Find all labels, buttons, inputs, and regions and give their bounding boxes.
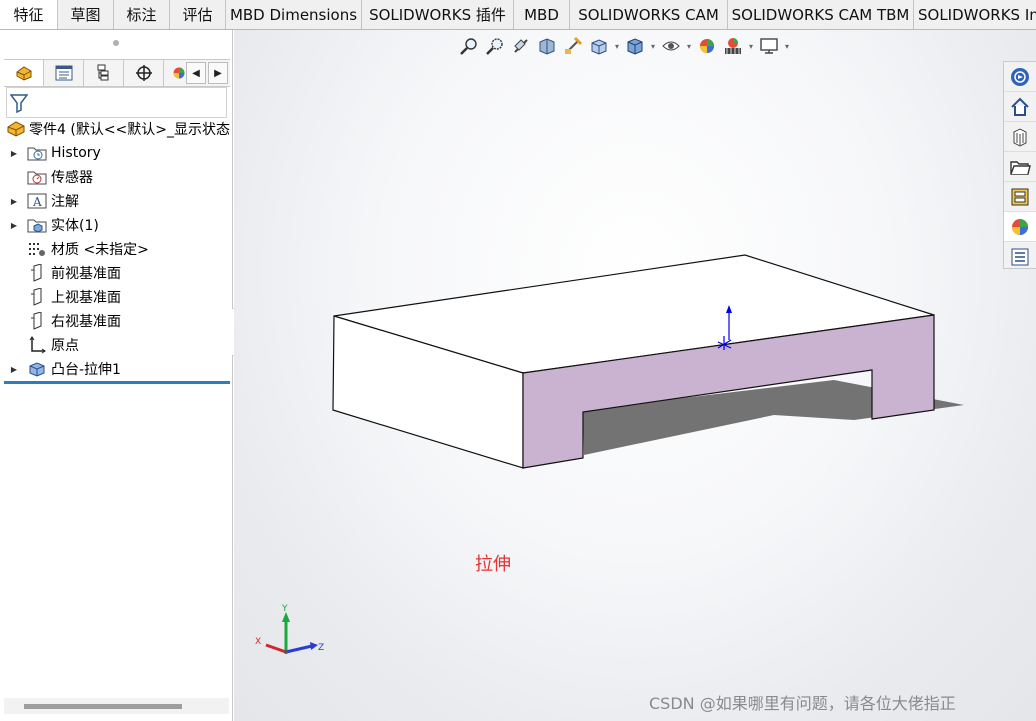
panel-tabs: ◀ ▶ bbox=[4, 59, 230, 87]
tab-solidworks-inspection[interactable]: SOLIDWORKS In... bbox=[914, 0, 1036, 29]
tree-item-front-plane[interactable]: 前视基准面 bbox=[0, 262, 230, 284]
tree-item-boss-extrude[interactable]: ▶ 凸台-拉伸1 bbox=[0, 358, 230, 380]
tree-item-label: 传感器 bbox=[51, 170, 93, 186]
triad-x-label: X bbox=[255, 637, 261, 647]
tree-item-sensors[interactable]: 传感器 bbox=[0, 166, 230, 188]
expand-arrow-icon[interactable]: ▶ bbox=[9, 197, 19, 206]
sensor-folder-icon bbox=[27, 168, 47, 186]
solid-bodies-folder-icon bbox=[27, 216, 47, 234]
expand-arrow-icon[interactable]: ▶ bbox=[9, 149, 19, 158]
triad-y-label: Y bbox=[281, 604, 288, 614]
reference-triad[interactable]: Y X Z bbox=[252, 600, 332, 670]
expand-arrow-icon[interactable]: ▶ bbox=[9, 365, 19, 374]
origin-icon bbox=[27, 336, 47, 354]
tab-evaluate[interactable]: 评估 bbox=[170, 0, 226, 29]
feature-callout-label: 拉伸 bbox=[475, 554, 511, 575]
tree-item-history[interactable]: ▶ History bbox=[0, 142, 230, 164]
expand-arrow-icon[interactable]: ▶ bbox=[9, 221, 19, 230]
tree-item-label: 右视基准面 bbox=[51, 314, 121, 330]
tree-item-label: 注解 bbox=[51, 194, 79, 210]
tab-features[interactable]: 特征 bbox=[0, 0, 58, 29]
tree-item-label: 凸台-拉伸1 bbox=[51, 362, 121, 378]
triad-z-label: Z bbox=[318, 643, 324, 653]
tree-item-solid-bodies[interactable]: ▶ 实体(1) bbox=[0, 214, 230, 236]
watermark-text: CSDN @如果哪里有问题，请各位大佬指正 bbox=[649, 694, 956, 713]
tree-item-label: History bbox=[51, 145, 101, 161]
filter-icon bbox=[10, 93, 28, 113]
display-manager-icon[interactable] bbox=[164, 60, 186, 86]
tree-item-material[interactable]: 材质 <未指定> bbox=[0, 238, 230, 260]
tree-item-top-plane[interactable]: 上视基准面 bbox=[0, 286, 230, 308]
part-model[interactable] bbox=[234, 30, 1036, 721]
horizontal-scrollbar[interactable] bbox=[4, 698, 229, 714]
command-manager-tabs: 特征 草图 标注 评估 MBD Dimensions SOLIDWORKS 插件… bbox=[0, 0, 1036, 30]
tree-item-origin[interactable]: 原点 bbox=[0, 334, 230, 356]
tab-mbd[interactable]: MBD bbox=[514, 0, 570, 29]
tab-annotation[interactable]: 标注 bbox=[114, 0, 170, 29]
boss-extrude-icon bbox=[27, 360, 47, 378]
graphics-area[interactable]: ▾ ▾ ▾ ▾ ▾ 拉伸 Y X Z CSDN @如果哪里有问题，请各位大佬指正 bbox=[234, 30, 1036, 721]
panel-grip[interactable] bbox=[113, 40, 119, 46]
tabs-scroll-left-button[interactable]: ◀ bbox=[186, 62, 206, 84]
tab-solidworks-cam[interactable]: SOLIDWORKS CAM bbox=[570, 0, 728, 29]
tree-root-part[interactable]: 零件4 (默认<<默认>_显示状态 bbox=[6, 119, 232, 139]
dimxpert-icon[interactable] bbox=[124, 60, 164, 86]
history-folder-icon bbox=[27, 144, 47, 162]
tab-mbd-dimensions[interactable]: MBD Dimensions bbox=[226, 0, 362, 29]
tree-item-annotations[interactable]: ▶ A 注解 bbox=[0, 190, 230, 212]
tree-item-label: 原点 bbox=[51, 338, 79, 354]
tab-solidworks-addins[interactable]: SOLIDWORKS 插件 bbox=[362, 0, 514, 29]
tab-solidworks-cam-tbm[interactable]: SOLIDWORKS CAM TBM bbox=[728, 0, 914, 29]
plane-icon bbox=[27, 288, 47, 306]
part-icon bbox=[6, 120, 26, 138]
tree-item-right-plane[interactable]: 右视基准面 bbox=[0, 310, 230, 332]
rollback-bar[interactable] bbox=[4, 381, 230, 384]
annotations-folder-icon: A bbox=[27, 192, 47, 210]
svg-text:A: A bbox=[32, 195, 42, 209]
feature-manager-icon[interactable] bbox=[4, 60, 44, 86]
tree-item-label: 前视基准面 bbox=[51, 266, 121, 282]
tree-root-label: 零件4 (默认<<默认>_显示状态 bbox=[29, 122, 231, 138]
tree-item-label: 实体(1) bbox=[51, 218, 99, 234]
configuration-manager-icon[interactable] bbox=[84, 60, 124, 86]
property-manager-icon[interactable] bbox=[44, 60, 84, 86]
tab-sketch[interactable]: 草图 bbox=[58, 0, 114, 29]
tabs-scroll-right-button[interactable]: ▶ bbox=[208, 62, 228, 84]
plane-icon bbox=[27, 264, 47, 282]
feature-manager-panel: ◀ ▶ 零件4 (默认<<默认>_显示状态 ▶ History 传感器 ▶ A … bbox=[0, 30, 233, 721]
tree-item-label: 上视基准面 bbox=[51, 290, 121, 306]
material-icon bbox=[27, 240, 47, 258]
plane-icon bbox=[27, 312, 47, 330]
tree-item-label: 材质 <未指定> bbox=[51, 242, 149, 258]
feature-tree-filter[interactable] bbox=[6, 87, 227, 118]
scrollbar-thumb[interactable] bbox=[24, 704, 182, 709]
